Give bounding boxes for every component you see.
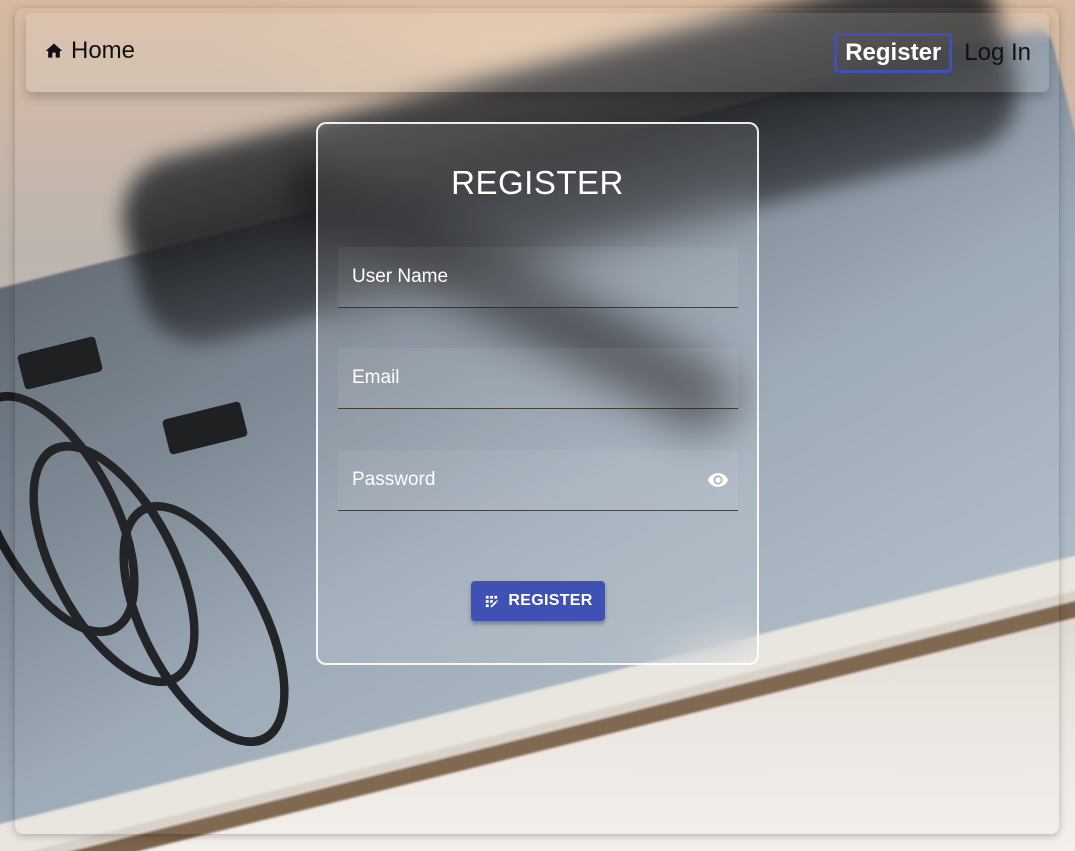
password-field [338,450,738,511]
home-icon [45,43,63,58]
navbar: Home Register Log In [26,13,1049,92]
nav-home-label: Home [71,37,136,64]
nav-register-link[interactable]: Register [834,33,953,73]
email-field [338,348,738,409]
form-title: REGISTER [451,164,624,201]
nav-login-link[interactable]: Log In [964,39,1031,67]
app-registration-icon [486,595,499,607]
nav-home-link[interactable]: Home [44,37,135,65]
register-submit-button[interactable]: REGISTER [471,581,605,621]
register-submit-label: REGISTER [508,592,593,609]
username-input[interactable] [350,247,694,307]
username-field [338,247,738,308]
nav-right: Register Log In [834,33,1031,73]
app-window: Home Register Log In REGISTER REGISTER [0,0,1075,851]
register-card: REGISTER REGISTER [316,122,759,665]
email-input[interactable] [350,348,694,408]
password-input[interactable] [350,450,694,510]
eye-icon[interactable] [706,469,730,491]
